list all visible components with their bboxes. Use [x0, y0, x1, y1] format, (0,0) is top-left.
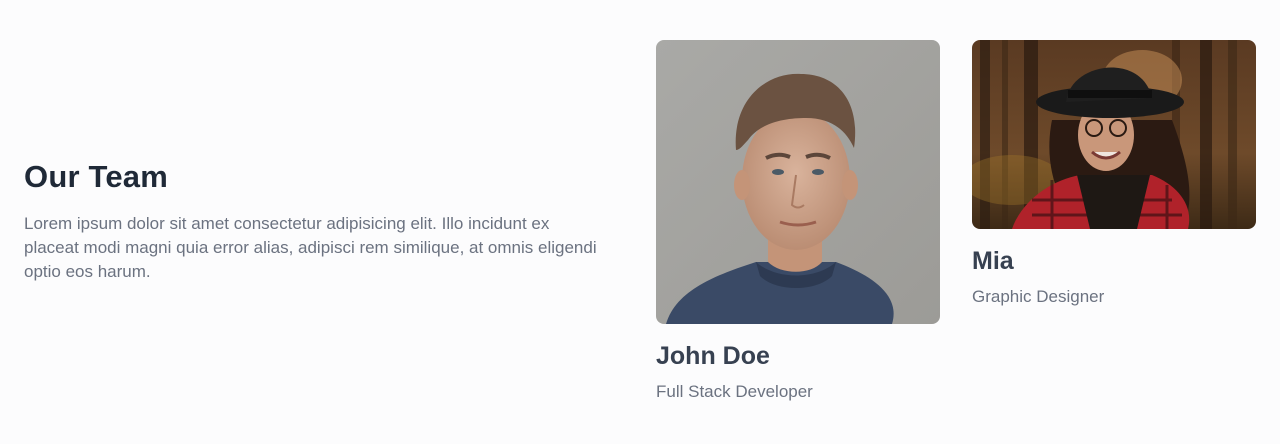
- team-member-card: Mia Graphic Designer: [972, 40, 1256, 307]
- section-description: Lorem ipsum dolor sit amet consectetur a…: [24, 214, 597, 281]
- member-photo: [656, 40, 940, 324]
- member-name: Mia: [972, 247, 1014, 275]
- member-role: Full Stack Developer: [656, 382, 813, 401]
- team-intro: Our Team Lorem ipsum dolor sit amet cons…: [24, 158, 604, 284]
- team-member-card: John Doe Full Stack Developer: [656, 40, 940, 402]
- member-photo: [972, 40, 1256, 229]
- member-role: Graphic Designer: [972, 287, 1105, 306]
- member-name: John Doe: [656, 342, 770, 370]
- team-section: Our Team Lorem ipsum dolor sit amet cons…: [0, 0, 1280, 444]
- section-title: Our Team: [24, 159, 169, 194]
